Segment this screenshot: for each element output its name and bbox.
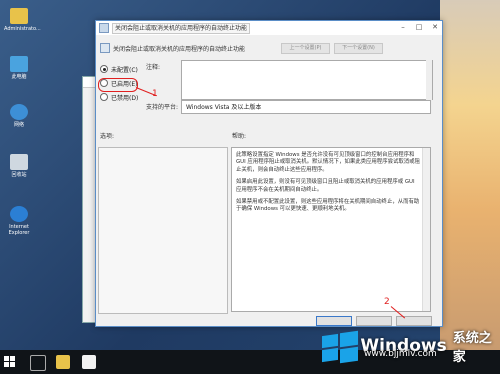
radio-button[interactable] <box>100 93 108 101</box>
policy-icon <box>100 43 110 53</box>
recycle-bin-icon <box>10 154 28 170</box>
prev-setting-button[interactable]: 上一个设置(P) <box>281 43 330 54</box>
radio-button[interactable] <box>100 65 108 73</box>
start-button[interactable] <box>4 356 16 368</box>
desktop-icon-label: 回收站 <box>11 172 27 178</box>
setting-header: 关闭会阻止或取消关机的应用程序的自动终止功能 <box>100 43 245 53</box>
desktop-icon-label: Internet Explorer <box>8 224 30 236</box>
desktop-icon-label: 此电脑 <box>11 74 27 80</box>
options-label: 选项: <box>100 133 115 140</box>
platform-label: 支持的平台: <box>146 104 179 111</box>
desktop-icon-user[interactable]: Administrato... <box>4 8 41 32</box>
user-folder-icon <box>10 8 28 24</box>
app-icon[interactable] <box>82 355 96 369</box>
watermark-url: www.bjjmlv.com <box>364 349 437 359</box>
platform-field: Windows Vista 及以上版本 <box>181 100 431 114</box>
radio-not-configured[interactable]: 未配置(C) <box>100 62 138 76</box>
options-panel <box>98 147 228 314</box>
this-pc-icon <box>10 56 28 72</box>
help-paragraph: 如果启用此设置，则没有可见顶级窗口且阻止或取消关机的应用程序或 GUI 应用程序… <box>236 179 415 193</box>
step-1-marker: 1 <box>152 89 158 99</box>
network-icon <box>10 104 28 120</box>
next-setting-button[interactable]: 下一个设置(N) <box>334 43 383 54</box>
radio-disabled[interactable]: 已禁用(D) <box>100 90 138 104</box>
comment-field[interactable] <box>181 60 433 100</box>
radio-label: 未配置(C) <box>111 66 138 74</box>
help-scrollbar[interactable] <box>422 148 430 311</box>
comment-label: 注释: <box>146 64 161 71</box>
maximize-icon[interactable]: □ <box>414 23 424 32</box>
ok-button[interactable] <box>316 316 352 326</box>
step-2-marker: 2 <box>384 297 390 307</box>
desktop-icon-recycle-bin[interactable]: 回收站 <box>4 154 34 178</box>
radio-label: 已禁用(D) <box>111 94 139 102</box>
enabled-highlight <box>98 78 138 92</box>
task-view-icon[interactable] <box>30 355 46 371</box>
window-title: 关闭会阻止或取消关机的应用程序的自动终止功能 <box>112 22 251 34</box>
watermark-suffix: 系统之家 <box>452 331 492 365</box>
desktop-icon-label: 网络 <box>13 122 24 128</box>
setting-title: 关闭会阻止或取消关机的应用程序的自动终止功能 <box>113 45 246 53</box>
desktop-icon-label: Administrato... <box>4 26 41 32</box>
desktop-icon-this-pc[interactable]: 此电脑 <box>4 56 34 80</box>
help-panel: 此策略设置指定 Windows 是否允许没有可见顶级窗口的控制台应用程序和 GU… <box>231 147 431 312</box>
ie-icon <box>10 206 28 222</box>
help-label: 帮助: <box>232 133 247 140</box>
desktop-icon-network[interactable]: 网络 <box>4 104 34 128</box>
watermark: Windows 系统之家 www.bjjmlv.com <box>320 327 500 365</box>
apply-button[interactable] <box>396 316 432 326</box>
minimize-icon[interactable]: – <box>398 23 408 32</box>
wallpaper-photo <box>440 0 500 350</box>
desktop-icon-ie[interactable]: Internet Explorer <box>4 206 34 236</box>
close-icon[interactable]: ✕ <box>430 23 440 32</box>
cancel-button[interactable] <box>356 316 392 326</box>
file-explorer-icon[interactable] <box>56 355 70 369</box>
help-paragraph: 此策略设置指定 Windows 是否允许没有可见顶级窗口的控制台应用程序和 GU… <box>236 152 420 173</box>
title-bar[interactable]: 关闭会阻止或取消关机的应用程序的自动终止功能 – □ ✕ <box>96 21 442 35</box>
windows-logo-icon <box>320 329 358 364</box>
policy-icon <box>99 23 109 33</box>
help-paragraph: 如果禁用或不配置此设置，则这些应用程序将在关机期间自动终止，从而有助于确保 Wi… <box>236 199 420 213</box>
